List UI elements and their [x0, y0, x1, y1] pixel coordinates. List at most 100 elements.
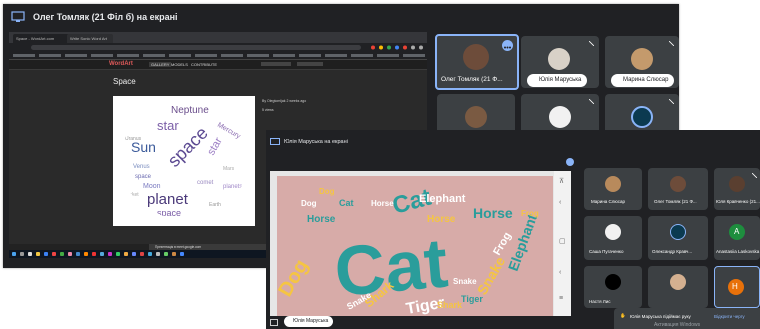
mic-off-icon — [752, 173, 757, 178]
app-icon[interactable] — [76, 252, 80, 256]
cloud-word: Frog — [521, 209, 539, 218]
participant-avatar — [670, 176, 686, 192]
explorer-icon[interactable] — [36, 252, 40, 256]
site-account-link[interactable] — [297, 62, 323, 66]
open-queue-button[interactable]: Відкрити чергу — [714, 314, 745, 319]
participant-tile[interactable]: H — [714, 266, 760, 308]
participant-avatar — [465, 106, 487, 128]
cloud-word: Cat — [339, 198, 354, 208]
cloud-word: Horse — [307, 214, 336, 225]
participant-avatar — [463, 44, 489, 70]
more-options-icon[interactable] — [566, 158, 574, 166]
cloud-word: Uranus — [125, 136, 142, 142]
cloud-word: planets — [223, 184, 242, 190]
cloud-word: comet — [197, 180, 214, 186]
app-icon[interactable] — [148, 252, 152, 256]
app-icon[interactable] — [116, 252, 120, 256]
participant-tile[interactable] — [648, 266, 708, 308]
participant-avatar — [605, 274, 621, 290]
taskview-icon[interactable] — [28, 252, 32, 256]
participant-name: Олег Томляк (21 Ф... — [441, 76, 503, 83]
participant-name: Олександр Кравч... — [652, 249, 693, 254]
participant-tile[interactable]: Олег Томляк (21 Ф... — [648, 168, 708, 210]
mic-off-icon — [669, 41, 674, 46]
app-icon[interactable] — [140, 252, 144, 256]
app-icon[interactable] — [68, 252, 72, 256]
avatar-letter: H — [732, 282, 738, 291]
more-options-icon[interactable] — [502, 40, 513, 51]
site-create-link[interactable] — [261, 62, 291, 66]
cloud-word: Dog — [277, 256, 313, 301]
browser-addressbar — [9, 43, 427, 52]
edge-icon[interactable] — [44, 252, 48, 256]
search-icon[interactable] — [20, 252, 24, 256]
participant-avatar — [631, 106, 653, 128]
artwork-author: By Olegtomljak 2 weeks ago — [262, 99, 307, 103]
cloud-word: Earth — [209, 202, 221, 208]
participant-avatar — [548, 48, 570, 70]
bookmarks-bar — [9, 52, 427, 60]
participant-tile[interactable]: A Anastasiia Laskovska — [714, 216, 760, 260]
nav-models[interactable]: MODELS — [171, 62, 188, 67]
back-meet-header: Олег Томляк (21 Філ б) на екрані — [3, 4, 679, 30]
participant-name: Юля Кравченко (21... — [716, 199, 760, 204]
screen-icon[interactable] — [270, 319, 278, 326]
cloud-word: Shark — [437, 300, 463, 310]
space-wordcloud-image: Neptune star Mercury Sun space star Venu… — [113, 96, 255, 226]
cloud-word: Snake — [453, 277, 477, 286]
cloud-word: Horse — [473, 205, 513, 221]
participant-tile[interactable]: Юлія Маруська — [521, 36, 599, 88]
app-icon[interactable] — [108, 252, 112, 256]
participant-tile[interactable]: Марина Слюсар — [584, 168, 642, 210]
chevron-left-icon[interactable]: ‹ — [559, 199, 561, 206]
animal-wordcloud: Cat Dog Cat Elephant Horse Horse Snake E… — [274, 184, 540, 318]
cloud-word: Mars — [223, 166, 235, 172]
windows-start-icon[interactable] — [12, 252, 16, 256]
space-wordcloud: Neptune star Mercury Sun space star Venu… — [120, 103, 248, 219]
participant-avatar — [605, 224, 621, 240]
app-icon[interactable] — [180, 252, 184, 256]
participant-tile[interactable]: Юля Кравченко (21... — [714, 168, 760, 210]
participant-tile-featured[interactable]: Олег Томляк (21 Ф... — [435, 34, 519, 90]
participant-avatar — [729, 176, 745, 192]
app-icon[interactable] — [124, 252, 128, 256]
app-icon[interactable] — [156, 252, 160, 256]
cloud-word: star — [157, 118, 179, 133]
participant-name: Саша Пугаченко — [589, 249, 624, 254]
front-meet-header: Юлія Маруська на екрані — [266, 130, 760, 166]
front-presenter-title: Юлія Маруська на екрані — [284, 139, 348, 145]
pin-icon[interactable]: ⊼ — [559, 177, 564, 185]
participant-avatar — [670, 274, 686, 290]
site-logo[interactable]: WordArt — [109, 61, 133, 67]
app-icon[interactable] — [60, 252, 64, 256]
app-icon[interactable] — [172, 252, 176, 256]
participant-name: Марина Слюсар — [591, 199, 626, 204]
participant-avatar: A — [729, 224, 745, 240]
participant-tile[interactable]: Настя Лис — [584, 266, 642, 308]
cloud-word: space — [135, 174, 152, 180]
hand-icon: ✋ — [620, 313, 626, 318]
participant-tile[interactable]: Олександр Кравч... — [648, 216, 708, 260]
app-icon[interactable] — [84, 252, 88, 256]
app-icon[interactable] — [52, 252, 56, 256]
app-icon[interactable] — [100, 252, 104, 256]
site-nav: WordArt GALLERY MODELS CONTRIBUTE — [9, 60, 427, 70]
present-icon — [270, 138, 280, 145]
artwork-title: Space — [113, 77, 136, 86]
raise-hand-text: Юлія Маруська підіймає руку — [630, 314, 691, 319]
menu-icon[interactable]: ≡ — [559, 295, 563, 302]
chrome-icon[interactable] — [92, 252, 96, 256]
nav-gallery[interactable]: GALLERY — [149, 62, 172, 67]
app-icon[interactable] — [164, 252, 168, 256]
browser-tab[interactable]: Write Sonic Word Art Gr... — [67, 34, 113, 50]
browser-tab[interactable]: Space - WordArt.com — [13, 34, 69, 43]
nav-contribute[interactable]: CONTRIBUTE — [191, 62, 217, 67]
participant-tile[interactable]: Марина Слюсар — [605, 36, 679, 88]
cloud-word: Elephant — [419, 193, 466, 205]
chevron-left-icon[interactable]: ‹ — [559, 269, 561, 276]
browser-tabstrip: Space - WordArt.com Write Sonic Word Art… — [9, 32, 427, 50]
stop-icon[interactable]: ▢ — [559, 237, 566, 245]
url-input[interactable] — [31, 45, 361, 50]
app-icon[interactable] — [132, 252, 136, 256]
participant-tile[interactable]: Саша Пугаченко — [584, 216, 642, 260]
